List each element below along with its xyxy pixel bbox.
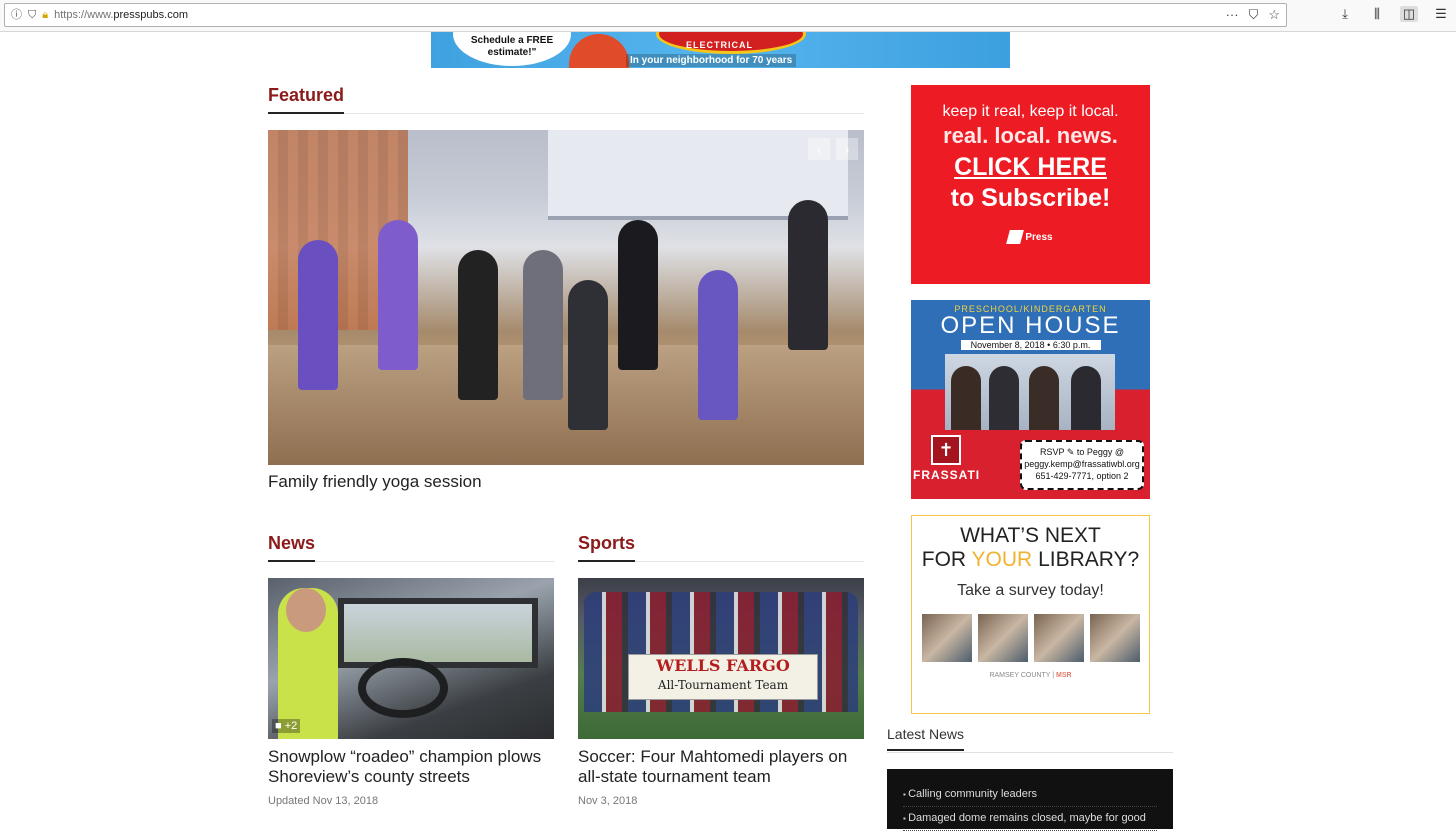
ad-mascot bbox=[569, 34, 629, 68]
top-ad-banner[interactable]: Schedule a FREE estimate!" ELECTRICAL In… bbox=[431, 32, 1010, 68]
open-house-ad[interactable]: PRESCHOOL/KINDERGARTEN OPEN HOUSE Novemb… bbox=[911, 300, 1150, 499]
ad-logo-text: ELECTRICAL bbox=[686, 40, 753, 50]
photo-count-badge: ■ +2 bbox=[272, 719, 301, 733]
library-icon[interactable]: ⫼ bbox=[1368, 6, 1386, 22]
latest-news-header: Latest News bbox=[887, 725, 1173, 753]
sports-image[interactable]: WELLS FARGO All-Tournament Team bbox=[578, 578, 864, 739]
news-header: News bbox=[268, 532, 554, 562]
url-text[interactable]: https://www.presspubs.com bbox=[54, 9, 188, 21]
rsvp-box: RSVP ✎ to Peggy @ peggy.kemp@frassatiwbl… bbox=[1020, 440, 1144, 490]
star-icon[interactable]: ☆ bbox=[1268, 7, 1280, 23]
ad-tagline: In your neighborhood for 70 years bbox=[626, 54, 797, 67]
download-icon[interactable]: ⤓ bbox=[1336, 6, 1354, 22]
menu-icon[interactable]: ☰ bbox=[1432, 6, 1450, 22]
info-icon[interactable]: ⓘ bbox=[11, 9, 22, 21]
press-logo-icon: Press bbox=[1001, 227, 1061, 247]
sidebar-icon[interactable]: ◫ bbox=[1400, 6, 1418, 22]
library-survey-ad[interactable]: WHAT’S NEXT FOR YOUR LIBRARY? Take a sur… bbox=[911, 515, 1150, 714]
sports-heading[interactable]: Sports bbox=[578, 532, 636, 562]
featured-caption[interactable]: Family friendly yoga session bbox=[268, 472, 482, 492]
lock-icon[interactable]: 🔒︎ bbox=[42, 9, 48, 21]
sports-header: Sports bbox=[578, 532, 864, 562]
featured-image[interactable]: ‹ › bbox=[268, 130, 864, 465]
latest-news-heading: Latest News bbox=[887, 725, 965, 751]
latest-news-item[interactable]: Damaged dome remains closed, maybe for g… bbox=[903, 807, 1157, 831]
pocket-icon[interactable]: ⛉ bbox=[1249, 7, 1259, 23]
news-heading[interactable]: News bbox=[268, 532, 316, 562]
page-actions-icon[interactable]: ··· bbox=[1226, 7, 1239, 23]
latest-news-list: Calling community leaders Damaged dome r… bbox=[887, 769, 1173, 831]
featured-header: Featured bbox=[268, 84, 864, 114]
subscribe-ad[interactable]: keep it real, keep it local. real. local… bbox=[911, 85, 1150, 284]
news-image[interactable]: ■ +2 bbox=[268, 578, 554, 739]
news-title[interactable]: Snowplow “roadeo” champion plows Shorevi… bbox=[268, 747, 558, 787]
wells-fargo-banner: WELLS FARGO All-Tournament Team bbox=[628, 654, 818, 700]
sports-title[interactable]: Soccer: Four Mahtomedi players on all-st… bbox=[578, 747, 868, 787]
slider-next-button[interactable]: › bbox=[836, 138, 858, 160]
kids-photo bbox=[945, 354, 1115, 430]
cross-icon: ✝ bbox=[931, 435, 961, 465]
camera-icon: ■ bbox=[275, 720, 282, 732]
latest-news-item[interactable]: Calling community leaders bbox=[903, 783, 1157, 807]
browser-toolbar: ⓘ ⛉ 🔒︎ https://www.presspubs.com ··· ⛉ ☆… bbox=[0, 0, 1456, 32]
library-photos bbox=[912, 614, 1149, 662]
slider-prev-button[interactable]: ‹ bbox=[808, 138, 830, 160]
sports-date: Nov 3, 2018 bbox=[578, 795, 638, 807]
tracking-protection-icon[interactable]: ⛉ bbox=[28, 9, 36, 21]
ad-bubble: Schedule a FREE estimate!" bbox=[453, 32, 571, 66]
address-bar[interactable]: ⓘ ⛉ 🔒︎ https://www.presspubs.com ··· ⛉ ☆ bbox=[4, 3, 1287, 27]
news-date: Updated Nov 13, 2018 bbox=[268, 795, 379, 807]
featured-heading[interactable]: Featured bbox=[268, 84, 345, 114]
